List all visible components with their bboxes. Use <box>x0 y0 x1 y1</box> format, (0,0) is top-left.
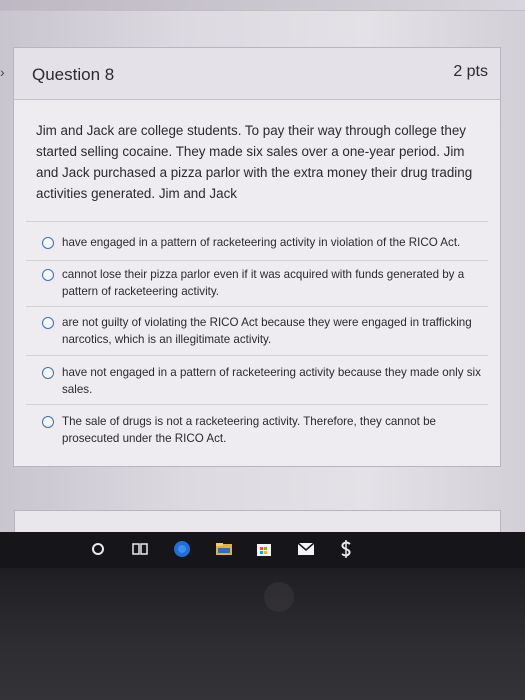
edge-icon[interactable] <box>172 539 192 559</box>
laptop-bezel <box>0 568 525 700</box>
question-stem: Jim and Jack are college students. To pa… <box>36 123 473 201</box>
option-divider <box>26 306 488 307</box>
hp-logo-icon <box>264 582 294 612</box>
answer-option-2[interactable]: cannot lose their pizza parlor even if i… <box>42 266 482 300</box>
answer-option-label: have not engaged in a pattern of rackete… <box>62 366 481 396</box>
answer-option-1[interactable]: have engaged in a pattern of racketeerin… <box>42 234 482 251</box>
browser-screen: › Question 8 2 pts Jim and Jack are coll… <box>0 0 525 540</box>
collapse-arrow-icon[interactable]: › <box>0 62 10 82</box>
store-icon[interactable] <box>254 539 274 559</box>
option-divider <box>26 260 488 261</box>
option-divider <box>26 355 488 356</box>
question-title: Question 8 <box>32 65 115 84</box>
file-explorer-icon[interactable] <box>214 539 234 559</box>
radio-button[interactable] <box>42 367 54 379</box>
cortana-icon[interactable] <box>88 539 108 559</box>
answer-option-label: cannot lose their pizza parlor even if i… <box>62 268 465 298</box>
top-strip <box>0 0 525 11</box>
answer-option-5[interactable]: The sale of drugs is not a racketeering … <box>42 413 482 447</box>
answer-option-3[interactable]: are not guilty of violating the RICO Act… <box>42 314 482 348</box>
dollar-icon[interactable] <box>336 539 356 559</box>
question-card: Question 8 2 pts Jim and Jack are colleg… <box>13 47 501 467</box>
radio-button[interactable] <box>42 237 54 249</box>
radio-button[interactable] <box>42 317 54 329</box>
mail-icon[interactable] <box>296 539 316 559</box>
windows-taskbar <box>0 532 525 568</box>
answer-option-4[interactable]: have not engaged in a pattern of rackete… <box>42 364 482 398</box>
option-divider <box>26 404 488 405</box>
radio-button[interactable] <box>42 269 54 281</box>
question-header: Question 8 2 pts <box>14 48 500 100</box>
answer-option-label: The sale of drugs is not a racketeering … <box>62 415 436 445</box>
answer-option-label: are not guilty of violating the RICO Act… <box>62 316 472 346</box>
task-view-icon[interactable] <box>130 539 150 559</box>
radio-button[interactable] <box>42 416 54 428</box>
question-points: 2 pts <box>453 63 488 80</box>
option-divider <box>26 221 488 222</box>
answer-option-label: have engaged in a pattern of racketeerin… <box>62 236 461 249</box>
